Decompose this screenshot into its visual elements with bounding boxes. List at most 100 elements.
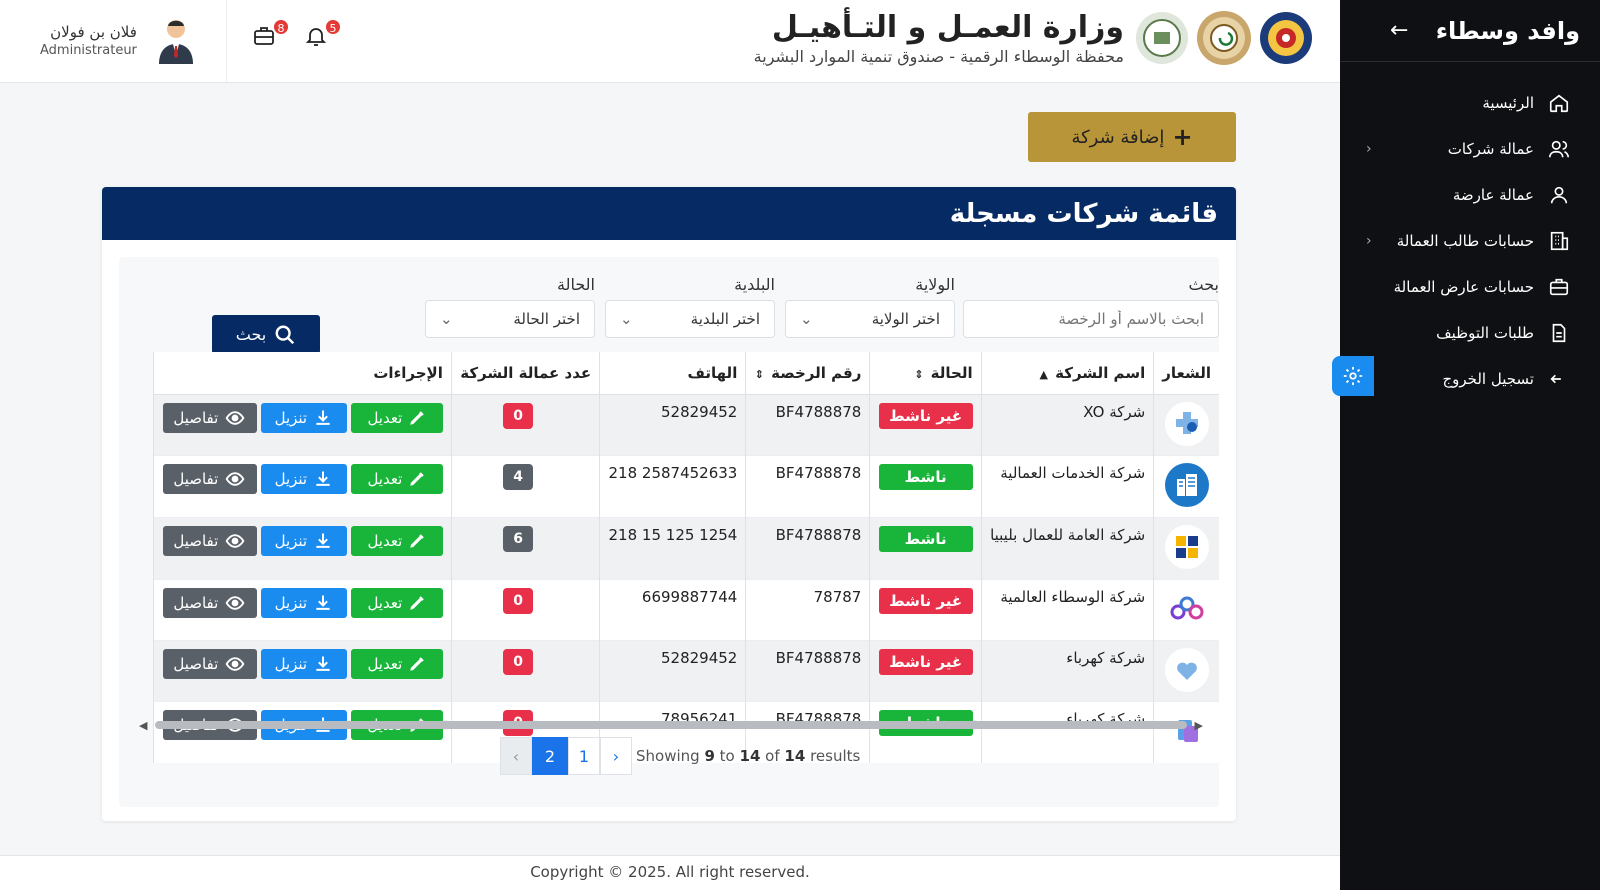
workers-count-cell: 0 bbox=[450, 393, 600, 455]
sidebar-item-home[interactable]: الرئيسية bbox=[1340, 80, 1600, 126]
download-icon bbox=[316, 533, 330, 548]
sort-asc-icon: ▲ bbox=[1039, 367, 1048, 381]
download-button[interactable]: تنزيل bbox=[260, 648, 347, 679]
details-button[interactable]: تفاصيل bbox=[162, 648, 257, 679]
people-ring-logo-icon bbox=[1164, 586, 1209, 631]
col-name[interactable]: اسم الشركة ▲ bbox=[980, 352, 1154, 395]
download-button[interactable]: تنزيل bbox=[260, 402, 347, 433]
horizontal-scrollbar[interactable]: ◀ ▶ bbox=[139, 719, 1203, 732]
details-button[interactable]: تفاصيل bbox=[162, 525, 257, 556]
phone-number: 218 2587452633 bbox=[599, 454, 746, 517]
table-row: شركة كهرباء غير ناشط BF4788878 52829452 0 تعد… bbox=[153, 639, 1219, 701]
add-company-label: إضافة شركة bbox=[1071, 126, 1165, 148]
status-filter: الحالة اختر الحالة ⌄ bbox=[425, 275, 595, 338]
edit-button[interactable]: تعديل bbox=[350, 587, 443, 618]
table-body: شركة XO غير ناشط BF4788878 52829452 0 تعديل تن… bbox=[153, 393, 1219, 763]
user-role: Administrateur bbox=[40, 42, 137, 58]
details-button[interactable]: تفاصيل bbox=[162, 463, 257, 494]
page-prev-button[interactable]: ‹ bbox=[500, 737, 532, 775]
ministry-subtitle: محفظة الوسطاء الرقمية - صندوق تنمية المو… bbox=[753, 47, 1124, 66]
license-number: 78787 bbox=[745, 578, 870, 640]
sort-icon: ⇕ bbox=[914, 367, 924, 381]
wilaya-select[interactable]: اختر الولاية ⌄ bbox=[785, 300, 955, 338]
edit-button[interactable]: تعديل bbox=[350, 463, 443, 494]
pencil-icon bbox=[410, 471, 425, 486]
details-button[interactable]: تفاصيل bbox=[162, 402, 257, 433]
pagination-to: 14 bbox=[739, 747, 761, 765]
download-button[interactable]: تنزيل bbox=[260, 587, 347, 618]
pagination-to-word: to bbox=[719, 747, 735, 765]
eye-icon bbox=[225, 656, 245, 671]
heart-logo-icon bbox=[1164, 647, 1209, 692]
details-label: تفاصيل bbox=[173, 531, 219, 550]
status-badge: ناشط bbox=[878, 463, 973, 490]
sort-icon: ⇕ bbox=[754, 367, 764, 381]
messages-button[interactable]: 8 bbox=[252, 18, 290, 50]
sidebar-item-company-workers[interactable]: عمالة شركات ‹ bbox=[1340, 126, 1600, 172]
workers-count-badge: 0 bbox=[503, 648, 534, 675]
col-license-label: رقم الرخصة bbox=[771, 363, 862, 382]
user-profile[interactable]: فلان بن فولان Administrateur bbox=[40, 16, 197, 64]
col-actions: الإجراءات bbox=[153, 352, 452, 395]
license-number: BF4788878 bbox=[745, 516, 870, 579]
baladiya-filter: البلدية اختر البلدية ⌄ bbox=[605, 275, 775, 338]
page-next-button[interactable]: › bbox=[600, 737, 632, 775]
status-badge: غير ناشط bbox=[878, 587, 973, 614]
download-button[interactable]: تنزيل bbox=[260, 463, 347, 494]
sidebar-item-casual-workers[interactable]: عمالة عارضة bbox=[1340, 172, 1600, 218]
company-logo-cell bbox=[1153, 516, 1219, 579]
pencil-icon bbox=[410, 656, 425, 671]
workers-count-badge: 0 bbox=[503, 587, 534, 614]
user-icon bbox=[1548, 184, 1570, 206]
details-label: تفاصيل bbox=[173, 408, 219, 427]
sidebar-item-provider-accounts[interactable]: حسابات عارض العمالة bbox=[1340, 264, 1600, 310]
workers-count-cell: 4 bbox=[450, 454, 600, 517]
col-status-label: الحالة bbox=[930, 363, 973, 382]
add-company-button[interactable]: + إضافة شركة bbox=[1028, 112, 1236, 162]
col-phone: الهاتف bbox=[599, 352, 746, 395]
pagination: ‹ 2 1 › Showing 9 to 14 of 14 results bbox=[500, 737, 860, 775]
company-status-cell: غير ناشط bbox=[869, 578, 982, 640]
details-button[interactable]: تفاصيل bbox=[162, 587, 257, 618]
download-icon bbox=[316, 410, 330, 425]
scroll-right-icon[interactable]: ▶ bbox=[1195, 719, 1203, 732]
sidebar-item-logout[interactable]: تسجيل الخروج bbox=[1340, 356, 1600, 402]
col-status[interactable]: الحالة ⇕ bbox=[869, 352, 982, 395]
settings-gear-icon[interactable] bbox=[1332, 356, 1374, 396]
company-name: شركة الخدمات العمالية bbox=[980, 454, 1154, 517]
sidebar-item-requester-accounts[interactable]: حسابات طالب العمالة ‹ bbox=[1340, 218, 1600, 264]
status-select[interactable]: اختر الحالة ⌄ bbox=[425, 300, 595, 338]
col-license[interactable]: رقم الرخصة ⇕ bbox=[745, 352, 870, 395]
download-icon bbox=[316, 471, 330, 486]
actions-cell: تعديل تنزيل تفاصيل bbox=[153, 454, 452, 517]
download-button[interactable]: تنزيل bbox=[260, 525, 347, 556]
pagination-info-suffix: results bbox=[810, 747, 861, 765]
search-button[interactable]: بحث bbox=[212, 315, 320, 354]
pagination-of-word: of bbox=[765, 747, 780, 765]
companies-table: الشعار اسم الشركة ▲ الحالة ⇕ رقم الرخصة … bbox=[153, 352, 1219, 763]
edit-button[interactable]: تعديل bbox=[350, 402, 443, 433]
company-status-cell: غير ناشط bbox=[869, 639, 982, 701]
scroll-left-icon[interactable]: ◀ bbox=[139, 719, 147, 732]
download-icon bbox=[316, 595, 330, 610]
edit-button[interactable]: تعديل bbox=[350, 648, 443, 679]
eye-icon bbox=[225, 533, 245, 548]
sidebar-menu: الرئيسية عمالة شركات ‹ عمالة عارضة حسابا… bbox=[1340, 62, 1600, 402]
wilaya-filter: الولاية اختر الولاية ⌄ bbox=[785, 275, 955, 338]
baladiya-select[interactable]: اختر البلدية ⌄ bbox=[605, 300, 775, 338]
eye-icon bbox=[225, 471, 245, 486]
sidebar-item-label: عمالة عارضة bbox=[1452, 186, 1534, 204]
scrollbar-thumb[interactable] bbox=[155, 721, 1187, 729]
notifications-button[interactable]: 5 bbox=[304, 18, 342, 50]
sidebar-item-job-requests[interactable]: طلبات التوظيف bbox=[1340, 310, 1600, 356]
page-1-button[interactable]: 1 bbox=[568, 737, 600, 775]
baladiya-label: البلدية bbox=[734, 275, 775, 294]
building-logo-icon bbox=[1164, 462, 1209, 507]
page-2-button[interactable]: 2 bbox=[532, 737, 568, 775]
search-input[interactable] bbox=[978, 310, 1204, 328]
back-arrow-icon[interactable]: ← bbox=[1390, 18, 1408, 43]
pencil-icon bbox=[410, 533, 425, 548]
edit-button[interactable]: تعديل bbox=[350, 525, 443, 556]
baladiya-value: اختر البلدية bbox=[690, 310, 760, 328]
pagination-info-prefix: Showing bbox=[636, 747, 700, 765]
